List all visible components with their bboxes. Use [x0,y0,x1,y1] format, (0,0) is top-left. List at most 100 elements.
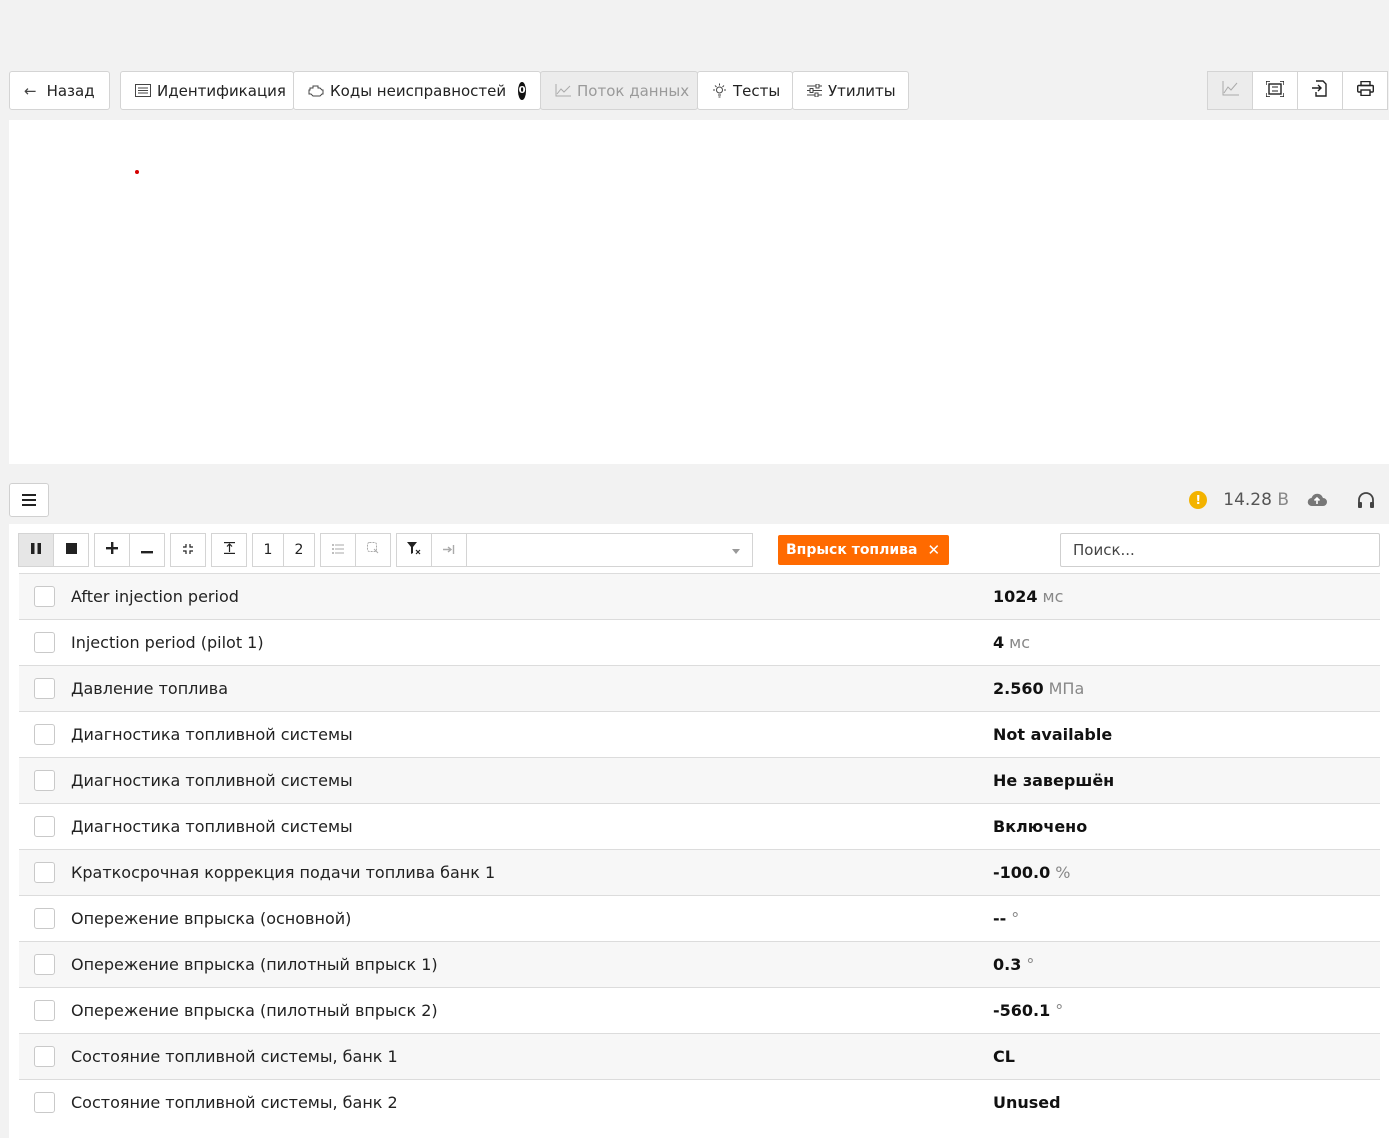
table-row[interactable]: Опережение впрыска (пилотный впрыск 2) -5… [19,987,1380,1033]
status-bar: ! 14.28 В [1189,487,1375,513]
value-number: -- [993,909,1007,928]
stop-button[interactable] [53,533,89,567]
table-row[interactable]: Диагностика топливной системы Не завершён [19,757,1380,803]
page-1-button[interactable]: 1 [252,533,284,567]
back-label: Назад [46,81,95,100]
clear-filter-button[interactable] [396,533,432,567]
value-unit: мс [1009,633,1031,652]
pause-button[interactable] [18,533,54,567]
close-icon[interactable]: ✕ [927,541,940,559]
minus-icon [141,542,153,558]
parameter-name: Диагностика топливной системы [71,725,353,744]
dtc-count-badge: 0 [518,81,526,100]
row-checkbox[interactable] [34,586,55,607]
row-checkbox[interactable] [34,724,55,745]
tab-utilities-label: Утилиты [828,81,896,100]
parameter-value: 2.560 МПа [993,679,1084,698]
parameter-value: 1024 мс [993,587,1063,606]
table-row[interactable]: Диагностика топливной системы Включено [19,803,1380,849]
table-row[interactable]: Опережение впрыска (пилотный впрыск 1) 0.… [19,941,1380,987]
voltage-readout: 14.28 В [1223,490,1289,510]
voltage-unit: В [1277,490,1289,510]
table-row[interactable]: Опережение впрыска (основной) -- ° [19,895,1380,941]
list-button[interactable] [320,533,356,567]
print-button[interactable] [1342,71,1388,110]
remove-button[interactable] [129,533,165,567]
value-unit: МПа [1048,679,1085,698]
chevron-down-icon [732,549,740,554]
parameter-name: Краткосрочная коррекция подачи топлива б… [71,863,496,882]
headphones-icon[interactable] [1357,491,1375,509]
cloud-upload-icon[interactable] [1307,493,1327,507]
table-row[interactable]: After injection period 1024 мс [19,573,1380,619]
row-checkbox[interactable] [34,770,55,791]
table-row[interactable]: Краткосрочная коррекция подачи топлива б… [19,849,1380,895]
printer-icon [1356,80,1374,100]
table-row[interactable]: Injection period (pilot 1) 4 мс [19,619,1380,665]
value-number: 4 [993,633,1005,652]
menu-button[interactable] [9,483,49,517]
value-number: Не завершён [993,771,1115,790]
select-area-button[interactable] [355,533,391,567]
parameters-table: After injection period 1024 мс Injection pe… [19,573,1380,1125]
value-number: 0.3 [993,955,1022,974]
row-checkbox[interactable] [34,816,55,837]
add-button[interactable] [94,533,130,567]
row-checkbox[interactable] [34,1046,55,1067]
tab-dtc[interactable]: Коды неисправностей 0 [293,71,541,110]
sliders-icon [807,84,822,97]
value-unit: ° [1026,955,1035,974]
apply-filter-button[interactable] [431,533,467,567]
search-input[interactable] [1060,533,1380,567]
top-nav: ← Назад Идентификация Коды неисправносте… [9,71,909,110]
tab-data-stream[interactable]: Поток данных [540,71,698,110]
value-number: -100.0 [993,863,1051,882]
tab-identification[interactable]: Идентификация [120,71,294,110]
tab-utilities[interactable]: Утилиты [792,71,909,110]
row-checkbox[interactable] [34,632,55,653]
parameter-value: Unused [993,1093,1061,1112]
graph-area[interactable] [9,120,1389,464]
fit-screen-button[interactable] [1252,71,1298,110]
parameter-value: Not available [993,725,1112,744]
lightbulb-icon [712,83,727,98]
filter-tag[interactable]: Впрыск топлива ✕ [778,535,950,565]
compress-icon [183,542,193,558]
data-panel: 1 2 Впрыск топлива ✕ After injection per… [9,524,1389,1138]
row-checkbox[interactable] [34,1092,55,1113]
value-unit: ° [1011,909,1020,928]
page-2-button[interactable]: 2 [283,533,315,567]
tab-dtc-label: Коды неисправностей [330,81,507,100]
row-checkbox[interactable] [34,678,55,699]
export-button[interactable] [1297,71,1343,110]
group-select[interactable] [466,533,753,567]
table-row[interactable]: Давление топлива 2.560 МПа [19,665,1380,711]
parameter-value: -- ° [993,909,1019,928]
filter-clear-icon [407,541,421,559]
collapse-button[interactable] [170,533,206,567]
parameter-value: Включено [993,817,1087,836]
stop-icon [65,542,77,558]
parameter-value: -560.1 ° [993,1001,1063,1020]
data-toolbar: 1 2 [18,533,753,567]
value-number: Включено [993,817,1088,836]
align-top-button[interactable] [211,533,247,567]
row-checkbox[interactable] [34,1000,55,1021]
tab-tests[interactable]: Тесты [697,71,793,110]
value-number: -560.1 [993,1001,1051,1020]
parameter-name: Состояние топливной системы, банк 2 [71,1093,398,1112]
warning-icon[interactable]: ! [1189,491,1208,509]
row-checkbox[interactable] [34,862,55,883]
parameter-name: Давление топлива [71,679,229,698]
row-checkbox[interactable] [34,954,55,975]
table-row[interactable]: Диагностика топливной системы Not availab… [19,711,1380,757]
tab-data-stream-label: Поток данных [577,81,690,100]
table-row[interactable]: Состояние топливной системы, банк 2 Unuse… [19,1079,1380,1125]
row-checkbox[interactable] [34,908,55,929]
engine-icon [308,85,324,97]
parameter-name: Опережение впрыска (пилотный впрыск 2) [71,1001,438,1020]
parameter-value: Не завершён [993,771,1114,790]
back-button[interactable]: ← Назад [9,71,110,110]
table-row[interactable]: Состояние топливной системы, банк 1 CL [19,1033,1380,1079]
chart-view-button[interactable] [1207,71,1253,110]
